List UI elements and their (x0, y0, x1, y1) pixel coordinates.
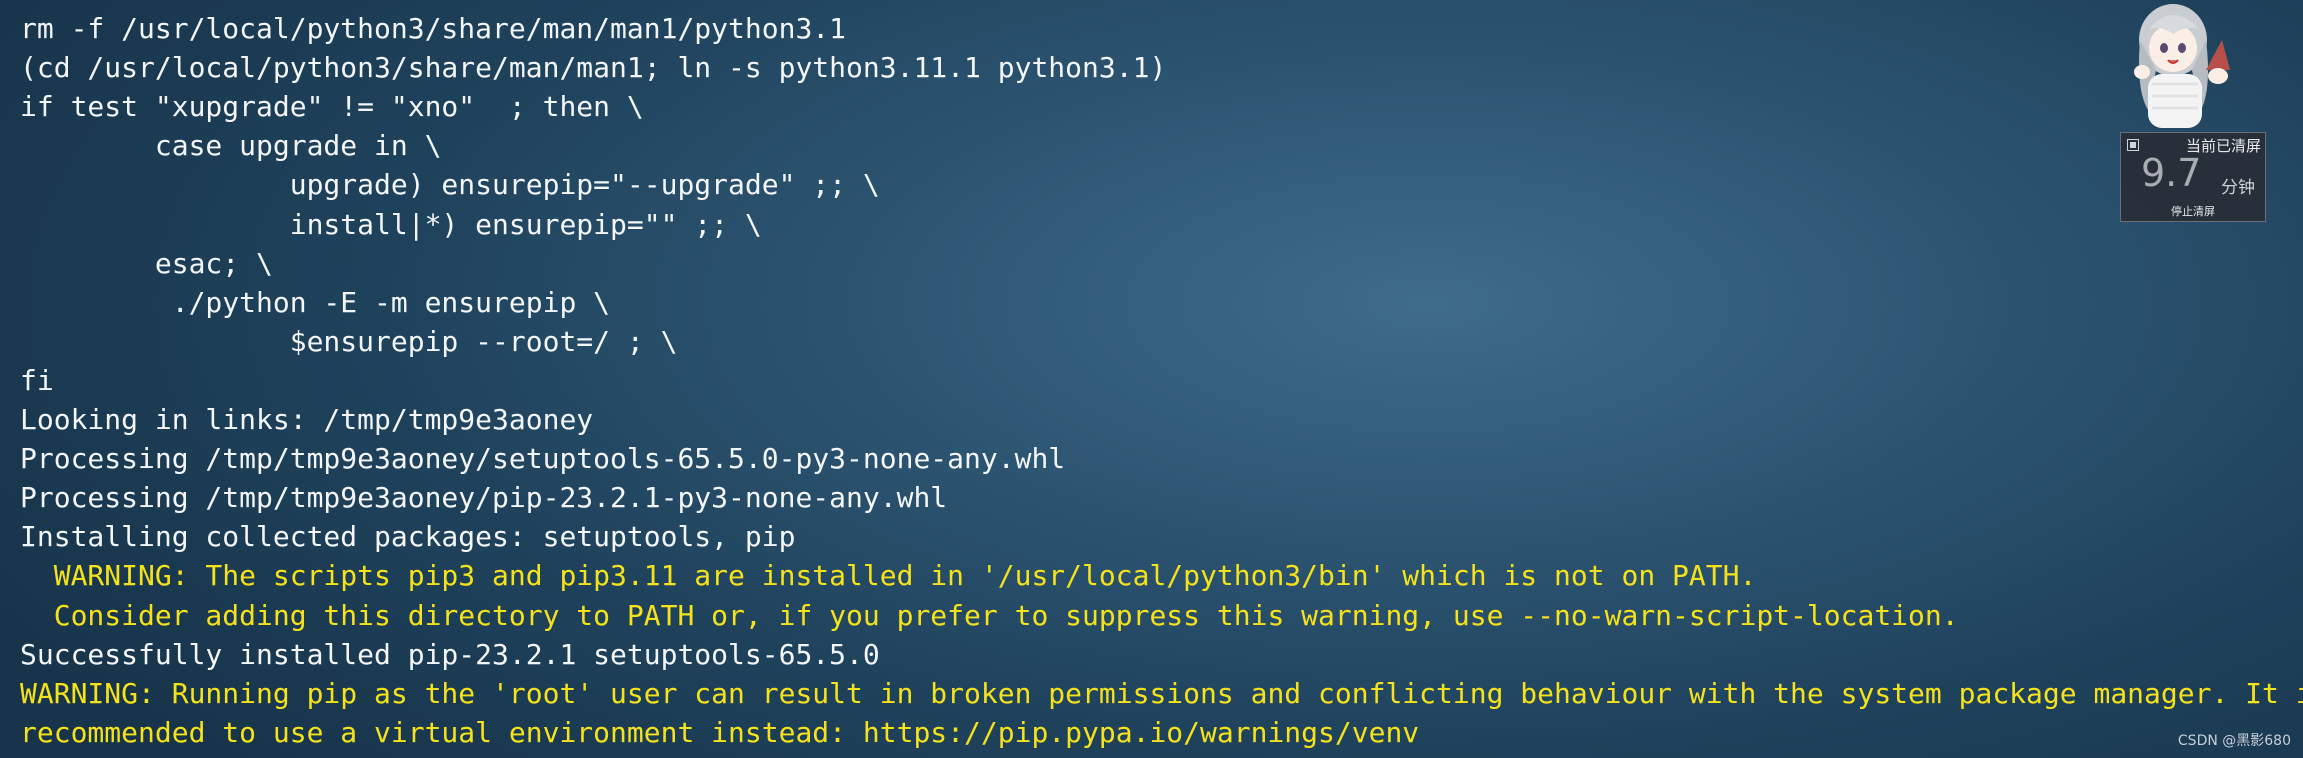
terminal-line: install|*) ensurepip="" ;; \ (20, 208, 762, 241)
terminal-line: Processing /tmp/tmp9e3aoney/pip-23.2.1-p… (20, 481, 948, 514)
terminal-line: $ensurepip --root=/ ; \ (20, 325, 678, 358)
terminal-line: case upgrade in \ (20, 129, 442, 162)
terminal-warning-line: recommended to use a virtual environment… (20, 716, 1420, 749)
terminal-output[interactable]: rm -f /usr/local/python3/share/man/man1/… (0, 0, 2303, 758)
terminal-line: rm -f /usr/local/python3/share/man/man1/… (20, 12, 847, 45)
terminal-line: ./python -E -m ensurepip \ (20, 286, 611, 319)
terminal-line: upgrade) ensurepip="--upgrade" ;; \ (20, 168, 880, 201)
screen-clear-timer-widget[interactable]: 当前已清屏 9.7 分钟 停止清屏 (2120, 132, 2266, 222)
terminal-warning-line: WARNING: Running pip as the 'root' user … (20, 677, 2303, 710)
timer-value: 9.7 (2141, 151, 2202, 195)
terminal-line: Looking in links: /tmp/tmp9e3aoney (20, 403, 594, 436)
watermark-text: CSDN @黑影680 (2177, 733, 2291, 749)
terminal-line: Successfully installed pip-23.2.1 setupt… (20, 638, 880, 671)
timer-unit-label: 分钟 (2221, 178, 2255, 198)
terminal-warning-line: WARNING: The scripts pip3 and pip3.11 ar… (20, 559, 1757, 592)
mascot-sticker-image (2134, 4, 2230, 128)
terminal-warning-line: Consider adding this directory to PATH o… (20, 599, 1959, 632)
terminal-line: Installing collected packages: setuptool… (20, 520, 796, 553)
terminal-line: Processing /tmp/tmp9e3aoney/setuptools-6… (20, 442, 1066, 475)
terminal-line: esac; \ (20, 247, 273, 280)
stop-clear-button[interactable]: 停止清屏 (2121, 203, 2265, 219)
window-icon[interactable] (2127, 139, 2139, 151)
terminal-line: fi (20, 364, 54, 397)
terminal-line: (cd /usr/local/python3/share/man/man1; l… (20, 51, 1167, 84)
terminal-line: if test "xupgrade" != "xno" ; then \ (20, 90, 644, 123)
